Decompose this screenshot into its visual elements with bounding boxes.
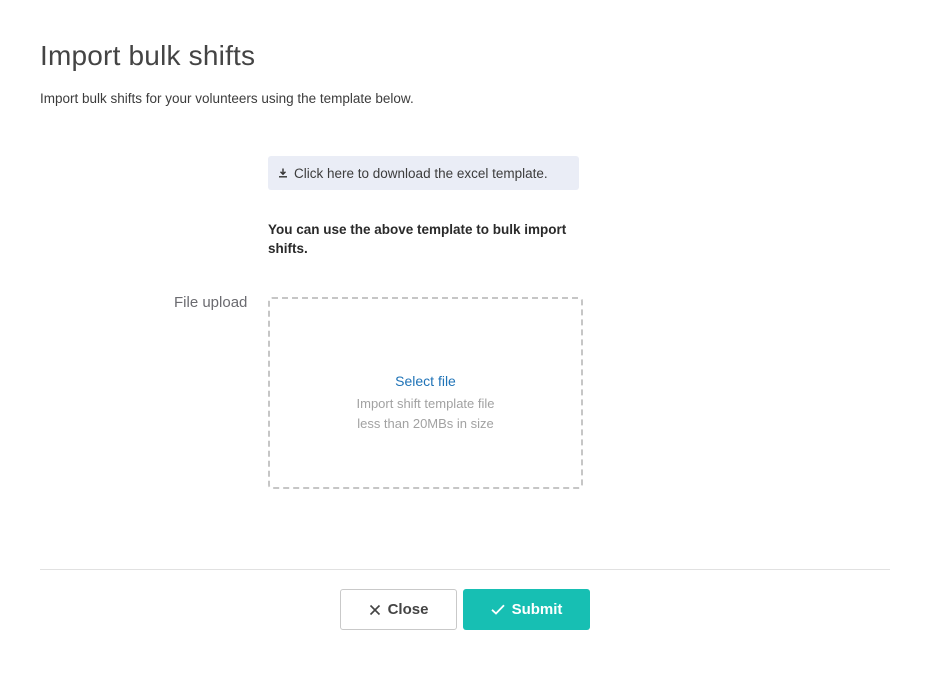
footer-divider <box>40 569 890 570</box>
close-button[interactable]: Close <box>340 589 457 630</box>
submit-button[interactable]: Submit <box>463 589 590 630</box>
submit-button-label: Submit <box>511 601 563 618</box>
dropzone-description: Import shift template file less than 20M… <box>270 394 581 434</box>
download-icon <box>278 166 294 181</box>
close-icon <box>369 604 388 616</box>
template-hint: You can use the above template to bulk i… <box>268 222 567 256</box>
page-subtitle: Import bulk shifts for your volunteers u… <box>40 91 414 106</box>
download-template-button[interactable]: Click here to download the excel templat… <box>268 156 579 190</box>
file-dropzone[interactable]: Select file Import shift template file l… <box>268 297 583 489</box>
download-template-label: Click here to download the excel templat… <box>294 165 548 181</box>
dropzone-description-line-1: Import shift template file <box>356 396 495 411</box>
page-title: Import bulk shifts <box>40 40 256 71</box>
dropzone-description-line-2: less than 20MBs in size <box>357 416 494 431</box>
import-bulk-shifts-modal: Import bulk shifts Import bulk shifts fo… <box>0 0 931 674</box>
close-button-label: Close <box>387 601 429 618</box>
check-icon <box>490 604 512 615</box>
file-upload-label: File upload <box>174 294 248 311</box>
select-file-link[interactable]: Select file <box>270 373 581 389</box>
